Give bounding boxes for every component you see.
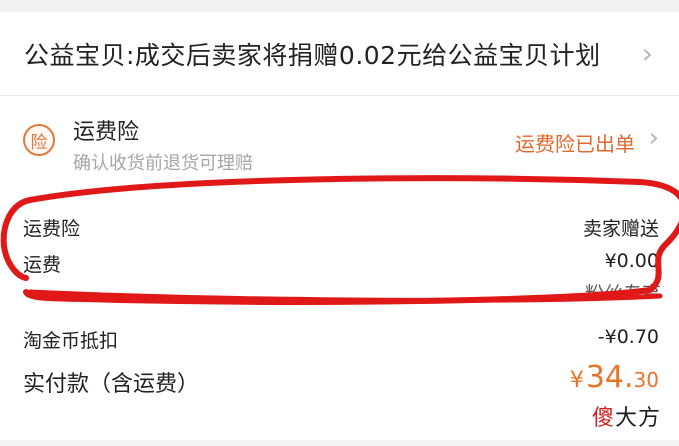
fee-row-coin: 淘金币抵扣 -¥0.70 (0, 322, 679, 356)
payment-amount-decimal: 30 (633, 368, 659, 392)
fee-value: ¥0.00 (604, 250, 659, 272)
chevron-right-icon: › (648, 123, 659, 153)
fee-label: 运费险 (23, 218, 81, 240)
fee-value: 卖家赠送 (582, 218, 659, 240)
fans-discount-text: 粉丝专享 (584, 283, 661, 296)
bottom-separator (0, 440, 679, 446)
fee-label: 运费 (23, 254, 62, 276)
charity-text: 公益宝贝:成交后卖家将捐赠0.02元给公益宝贝计划 (24, 40, 601, 70)
actual-payment-row: 实付款（含运费） ¥ 34. 30 (0, 360, 679, 404)
insurance-icon: 险 (23, 124, 55, 156)
watermark: 傻大方 (592, 400, 661, 432)
payment-currency: ¥ (569, 368, 584, 393)
insurance-title: 运费险 (73, 120, 140, 145)
fans-discount-label-partial: 粉丝专享 (585, 282, 661, 296)
fee-value: -¥0.70 (597, 326, 659, 348)
insurance-subtitle: 确认收货前退货可理赔 (73, 153, 253, 174)
payment-label: 实付款（含运费） (23, 372, 200, 397)
marker-stroke-bottom (27, 289, 663, 303)
watermark-rest: 大方 (614, 406, 661, 431)
insurance-status: 运费险已出单 (515, 132, 635, 156)
top-separator (0, 0, 679, 12)
watermark-accent: 傻 (591, 406, 615, 431)
fee-row-shipping: 运费 ¥0.00 (0, 246, 679, 280)
fee-label: 淘金币抵扣 (23, 330, 119, 352)
payment-amount: ¥ 34. 30 (570, 360, 659, 395)
fee-row-insurance: 运费险 卖家赠送 (0, 210, 679, 244)
shipping-insurance-row[interactable]: 险 运费险 确认收货前退货可理赔 运费险已出单 › (0, 100, 679, 180)
charity-row[interactable]: 公益宝贝:成交后卖家将捐赠0.02元给公益宝贝计划 › (0, 12, 679, 96)
chevron-right-icon: › (641, 36, 653, 70)
payment-amount-integer: 34. (585, 360, 634, 395)
order-detail-screen: 公益宝贝:成交后卖家将捐赠0.02元给公益宝贝计划 › 险 运费险 确认收货前退… (0, 0, 679, 446)
